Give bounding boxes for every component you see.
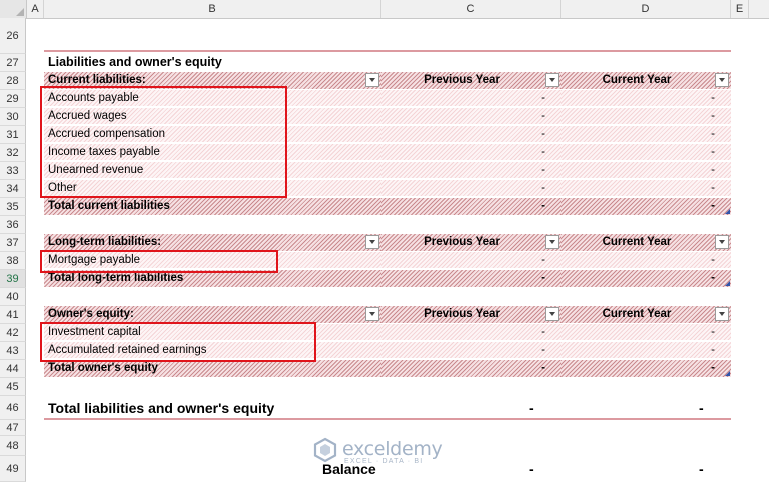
current-year-label: Current Year <box>602 236 672 248</box>
previous-year-header[interactable]: Previous Year <box>381 306 561 323</box>
total-cell[interactable]: - <box>381 360 561 377</box>
highlight-box <box>40 250 278 273</box>
table-cell[interactable]: - <box>561 252 731 269</box>
select-all-button[interactable] <box>0 0 27 18</box>
total-cell[interactable]: - <box>561 198 731 215</box>
previous-year-label: Previous Year <box>424 74 500 86</box>
column-header-a[interactable]: A <box>27 0 44 18</box>
total-row[interactable]: Total current liabilities <box>44 198 381 215</box>
row-header-38[interactable]: 38 <box>0 252 26 270</box>
owners-equity-label: Owner's equity: <box>48 308 134 320</box>
table-cell[interactable]: - <box>561 108 731 125</box>
filter-dropdown-icon[interactable] <box>715 73 729 87</box>
table-cell[interactable]: - <box>561 144 731 161</box>
table-cell[interactable]: - <box>381 108 561 125</box>
column-header-e[interactable]: E <box>731 0 749 18</box>
table-cell[interactable]: - <box>561 90 731 107</box>
table-cell[interactable]: - <box>381 342 561 359</box>
current-year-label: Current Year <box>602 308 672 320</box>
current-year-header[interactable]: Current Year <box>561 72 731 89</box>
row-header-35[interactable]: 35 <box>0 198 26 216</box>
column-header-b[interactable]: B <box>44 0 381 18</box>
total-cell[interactable]: - <box>381 270 561 287</box>
current-year-header[interactable]: Current Year <box>561 306 731 323</box>
row-header-48[interactable]: 48 <box>0 436 26 456</box>
table-cell[interactable]: - <box>561 324 731 341</box>
total-cell[interactable]: - <box>561 270 731 287</box>
table-cell[interactable]: - <box>381 90 561 107</box>
row-header-37[interactable]: 37 <box>0 234 26 252</box>
highlight-box <box>40 322 316 362</box>
balance-curr: - <box>699 461 704 477</box>
exceldemy-logo-icon <box>313 437 337 463</box>
highlight-box <box>40 86 287 198</box>
current-year-label: Current Year <box>602 74 672 86</box>
table-cell[interactable]: - <box>381 324 561 341</box>
balance-prev: - <box>529 461 534 477</box>
row-header-46[interactable]: 46 <box>0 396 26 420</box>
total-row[interactable]: Total owner's equity <box>44 360 381 377</box>
table-cell[interactable]: - <box>381 126 561 143</box>
row-header-40[interactable]: 40 <box>0 288 26 306</box>
row-header-45[interactable]: 45 <box>0 378 26 396</box>
row-header-44[interactable]: 44 <box>0 360 26 378</box>
row-header-39[interactable]: 39 <box>0 270 26 288</box>
column-header-c[interactable]: C <box>381 0 561 18</box>
filter-dropdown-icon[interactable] <box>365 307 379 321</box>
row-header-31[interactable]: 31 <box>0 126 26 144</box>
long-term-liabilities-header[interactable]: Long-term liabilities: <box>44 234 381 251</box>
row-header-43[interactable]: 43 <box>0 342 26 360</box>
row-header-33[interactable]: 33 <box>0 162 26 180</box>
row-header-47[interactable]: 47 <box>0 420 26 436</box>
long-term-liabilities-label: Long-term liabilities: <box>48 236 162 248</box>
row-header-49[interactable]: 49 <box>0 456 26 482</box>
table-cell[interactable]: - <box>561 162 731 179</box>
table-resize-handle[interactable] <box>725 371 730 376</box>
current-year-header[interactable]: Current Year <box>561 234 731 251</box>
grand-total-divider <box>44 418 731 420</box>
table-cell[interactable]: - <box>381 180 561 197</box>
row-header-41[interactable]: 41 <box>0 306 26 324</box>
section-divider <box>44 50 731 52</box>
filter-dropdown-icon[interactable] <box>545 73 559 87</box>
row-header-32[interactable]: 32 <box>0 144 26 162</box>
row-header-29[interactable]: 29 <box>0 90 26 108</box>
table-resize-handle[interactable] <box>725 281 730 286</box>
grand-total-prev: - <box>529 400 534 416</box>
table-cell[interactable]: - <box>561 342 731 359</box>
filter-dropdown-icon[interactable] <box>715 307 729 321</box>
spreadsheet: A B C D E 26 27 28 29 30 31 32 33 34 35 … <box>0 0 769 482</box>
row-header-30[interactable]: 30 <box>0 108 26 126</box>
row-header-36[interactable]: 36 <box>0 216 26 234</box>
row-header-28[interactable]: 28 <box>0 72 26 90</box>
table-resize-handle[interactable] <box>725 209 730 214</box>
table-cell[interactable]: - <box>381 252 561 269</box>
filter-dropdown-icon[interactable] <box>545 307 559 321</box>
grand-total-label: Total liabilities and owner's equity <box>48 400 275 416</box>
balance-label: Balance <box>322 461 376 477</box>
row-header-34[interactable]: 34 <box>0 180 26 198</box>
previous-year-header[interactable]: Previous Year <box>381 234 561 251</box>
table-cell[interactable]: - <box>381 144 561 161</box>
filter-dropdown-icon[interactable] <box>365 73 379 87</box>
section-title: Liabilities and owner's equity <box>48 55 222 69</box>
previous-year-label: Previous Year <box>424 236 500 248</box>
previous-year-header[interactable]: Previous Year <box>381 72 561 89</box>
filter-dropdown-icon[interactable] <box>545 235 559 249</box>
filter-dropdown-icon[interactable] <box>365 235 379 249</box>
column-header-bar: A B C D E <box>0 0 769 19</box>
row-header-42[interactable]: 42 <box>0 324 26 342</box>
grand-total-curr: - <box>699 400 704 416</box>
table-cell[interactable]: - <box>381 162 561 179</box>
total-cell[interactable]: - <box>381 198 561 215</box>
row-header-26[interactable]: 26 <box>0 18 26 54</box>
row-header-27[interactable]: 27 <box>0 54 26 72</box>
total-cell[interactable]: - <box>561 360 731 377</box>
filter-dropdown-icon[interactable] <box>715 235 729 249</box>
table-cell[interactable]: - <box>561 180 731 197</box>
table-cell[interactable]: - <box>561 126 731 143</box>
owners-equity-header[interactable]: Owner's equity: <box>44 306 381 323</box>
column-header-d[interactable]: D <box>561 0 731 18</box>
previous-year-label: Previous Year <box>424 308 500 320</box>
